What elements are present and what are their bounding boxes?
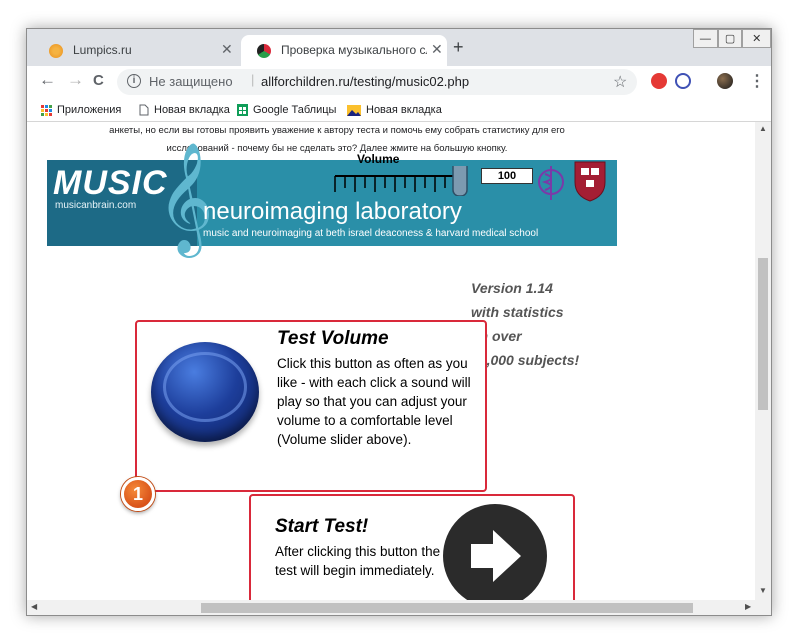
vertical-scrollbar[interactable]: ▲ ▼ [755,122,771,600]
music-lab-banner: MUSIC musicanbrain.com 𝄞 Volume 100 neur… [47,150,617,246]
page-icon [139,104,149,116]
test-volume-description: Click this button as often as you like -… [277,356,471,447]
lumpics-favicon-icon [49,44,63,58]
scroll-left-arrow-icon[interactable]: ◀ [31,602,37,611]
caduceus-logo-icon [537,162,565,202]
bookmark-new-tab-2[interactable]: Новая вкладка [347,104,442,116]
browser-toolbar: ← → C i Не защищено | allforchildren.ru/… [27,66,771,100]
sheets-icon [237,104,248,116]
lab-title: neuroimaging laboratory [203,198,462,225]
scroll-up-arrow-icon[interactable]: ▲ [759,124,767,133]
bookmark-apps[interactable]: Приложения [41,104,121,116]
scroll-right-arrow-icon[interactable]: ▶ [745,602,751,611]
back-button[interactable]: ← [39,70,56,90]
tab-close-icon[interactable]: ✕ [221,41,233,58]
arrow-right-icon [471,530,521,582]
bookmark-new-tab[interactable]: Новая вкладка [139,104,230,116]
version-line4: 60,000 subjects! [471,352,580,368]
forward-button[interactable]: → [67,70,84,90]
address-bar[interactable]: i Не защищено | allforchildren.ru/testin… [117,69,637,95]
test-volume-button[interactable] [151,342,259,442]
start-test-description: After clicking this button the test will… [275,544,441,578]
bookmark-label: Новая вкладка [154,104,230,116]
test-volume-heading: Test Volume [277,328,389,349]
banner-site: musicanbrain.com [55,200,137,211]
close-window-button[interactable]: ✕ [742,29,771,48]
button-ring [163,352,247,422]
bookmark-google-sheets[interactable]: Google Таблицы [237,104,336,116]
tab-close-icon[interactable]: ✕ [431,41,443,58]
site-info-icon[interactable]: i [127,74,141,88]
tab-lumpics[interactable]: Lumpics.ru ✕ [33,35,239,66]
volume-slider[interactable] [333,166,473,196]
profile-avatar[interactable] [717,73,733,89]
step-badge-1: 1 [121,477,155,511]
globe-extension-icon[interactable] [675,73,691,89]
volume-slider-knob[interactable] [452,166,468,196]
test-volume-panel: Test Volume Click this button as often a… [135,320,487,492]
intro-text-line2: исследований - почему бы не сделать это?… [166,143,508,154]
lab-subtitle: music and neuroimaging at beth israel de… [203,228,539,239]
banner-music-title: MUSIC [53,164,168,202]
window-controls: — ▢ ✕ [693,29,771,49]
bookmarks-bar: Приложения Новая вкладка Google Таблицы … [27,100,771,122]
horizontal-scrollbar[interactable]: ◀ ▶ [27,600,771,615]
scroll-down-arrow-icon[interactable]: ▼ [759,586,767,595]
security-status: Не защищено [149,74,233,89]
page-content: анкеты, но если вы готовы проявить уваже… [27,122,755,600]
browser-window: Lumpics.ru ✕ Проверка музыкального слуха… [26,28,772,616]
maximize-button[interactable]: ▢ [717,29,743,48]
extension-icon[interactable] [651,73,667,89]
version-line2: with statistics [471,304,564,320]
tab-title: Проверка музыкального слуха [281,43,427,57]
image-icon [347,104,361,116]
browser-menu-icon[interactable]: ⋮ [749,71,765,91]
url-text[interactable]: allforchildren.ru/testing/music02.php [261,74,469,89]
bookmark-label: Новая вкладка [366,104,442,116]
volume-label: Volume [357,152,400,166]
apps-grid-icon [41,104,52,116]
version-line1: Version 1.14 [471,280,553,296]
minimize-button[interactable]: — [693,29,718,48]
new-tab-button[interactable]: + [453,37,464,58]
intro-text-line1: анкеты, но если вы готовы проявить уваже… [109,125,565,136]
volume-value: 100 [481,168,533,184]
harvard-shield-icon [573,160,607,202]
tab-title: Lumpics.ru [73,43,132,57]
horizontal-scroll-thumb[interactable] [201,603,693,613]
tab-strip: Lumpics.ru ✕ Проверка музыкального слуха… [27,29,771,66]
start-test-heading: Start Test! [275,516,369,537]
volume-slider-ticks [334,176,456,192]
url-separator: | [251,72,255,87]
bookmark-label: Приложения [57,104,122,116]
reload-button[interactable]: C [93,72,104,89]
tab-music-test[interactable]: Проверка музыкального слуха ✕ [241,35,447,66]
start-test-button[interactable] [443,504,547,600]
vertical-scroll-thumb[interactable] [758,258,768,410]
start-test-panel: Start Test! After clicking this button t… [249,494,575,600]
music-favicon-icon [257,44,271,58]
bookmark-star-icon[interactable]: ☆ [613,72,627,92]
bookmark-label: Google Таблицы [253,104,337,116]
